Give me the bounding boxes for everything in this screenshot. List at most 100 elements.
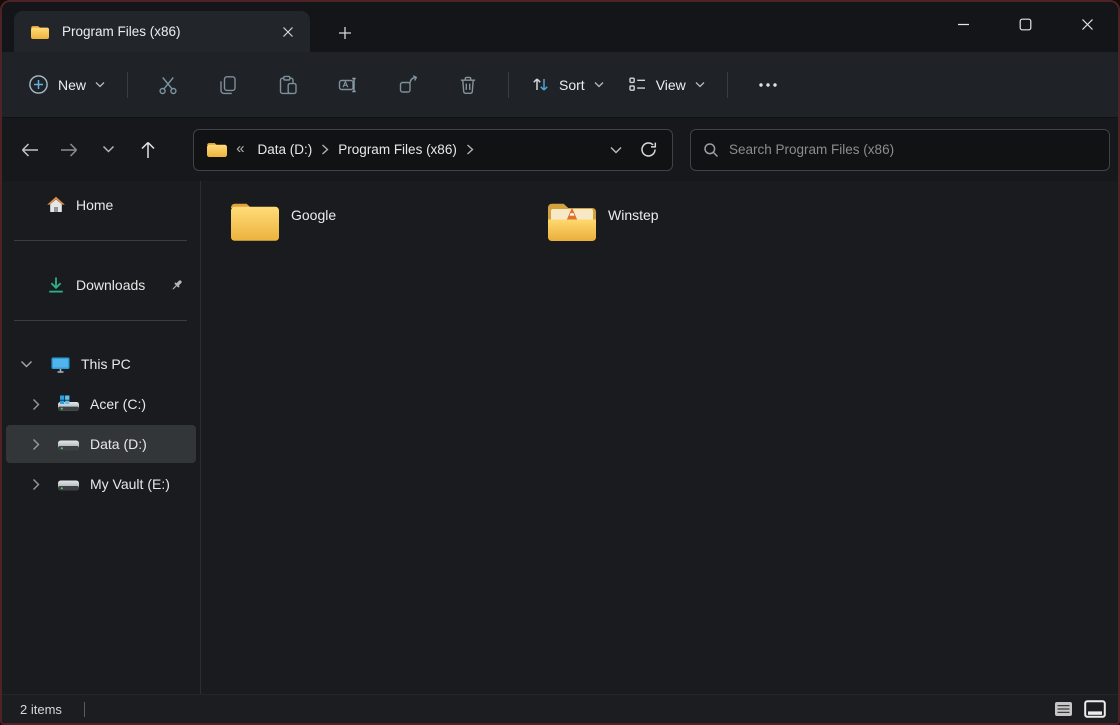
sidebar-item-label: Downloads <box>76 277 146 293</box>
chevron-right-icon[interactable] <box>466 144 474 155</box>
back-button[interactable] <box>10 130 49 170</box>
copy-button[interactable] <box>206 65 250 105</box>
close-button[interactable] <box>1056 2 1118 46</box>
file-explorer-window: Program Files (x86) New Sort View « Data… <box>0 0 1120 725</box>
forward-icon <box>59 141 79 159</box>
sort-button-label: Sort <box>559 76 585 93</box>
downloads-icon <box>46 275 66 295</box>
chevron-down-icon <box>594 81 604 88</box>
breadcrumb-segment[interactable]: Data (D:) <box>249 142 322 157</box>
sort-arrows-icon <box>531 75 550 94</box>
sort-button[interactable]: Sort <box>519 65 616 105</box>
sidebar-item-drive-e[interactable]: My Vault (E:) <box>6 465 196 503</box>
share-icon <box>397 74 419 96</box>
ellipsis-icon <box>758 82 778 88</box>
see-more-button[interactable] <box>746 65 790 105</box>
item-count: 2 items <box>20 701 62 717</box>
drive-icon <box>57 435 80 454</box>
file-item-label: Google <box>291 207 337 223</box>
folder-icon <box>229 198 281 248</box>
breadcrumb-segment[interactable]: Program Files (x86) <box>329 142 466 157</box>
explorer-tab[interactable]: Program Files (x86) <box>14 11 310 52</box>
minimize-button[interactable] <box>932 2 994 46</box>
folder-icon <box>30 24 50 40</box>
system-drive-icon <box>57 395 80 414</box>
this-pc-icon <box>50 355 71 374</box>
view-button[interactable]: View <box>616 65 717 105</box>
view-list-icon <box>628 75 647 94</box>
cut-icon <box>157 74 179 96</box>
sidebar-separator <box>14 320 187 321</box>
address-bar[interactable]: « Data (D:) Program Files (x86) <box>193 128 674 171</box>
window-controls <box>932 2 1118 46</box>
sidebar-item-downloads[interactable]: Downloads <box>6 266 196 304</box>
sidebar-item-label: Acer (C:) <box>90 396 146 412</box>
pin-icon <box>170 278 184 292</box>
navigation-bar: « Data (D:) Program Files (x86) <box>2 118 1118 181</box>
tab-close-icon[interactable] <box>274 18 302 46</box>
forward-button[interactable] <box>49 130 88 170</box>
rename-icon <box>337 74 359 96</box>
share-button[interactable] <box>386 65 430 105</box>
rename-button[interactable] <box>326 65 370 105</box>
chevron-down-icon <box>695 81 705 88</box>
recent-locations-button[interactable] <box>89 130 128 170</box>
search-box[interactable] <box>690 128 1110 171</box>
folder-with-content-icon <box>546 198 598 248</box>
search-input[interactable] <box>729 142 1097 157</box>
chevron-right-icon[interactable] <box>32 398 41 411</box>
view-button-label: View <box>655 76 686 93</box>
new-button[interactable]: New <box>16 65 117 105</box>
chevron-right-icon[interactable] <box>32 478 41 491</box>
copy-icon <box>217 74 239 96</box>
refresh-button[interactable] <box>632 134 664 166</box>
sidebar-item-label: Home <box>76 197 114 213</box>
back-icon <box>20 141 40 159</box>
large-thumbnails-view-icon <box>1084 700 1106 718</box>
toolbar-separator <box>508 71 510 98</box>
paste-button[interactable] <box>266 65 310 105</box>
sidebar-item-this-pc[interactable]: This PC <box>6 345 196 383</box>
address-dropdown-button[interactable] <box>600 134 632 166</box>
tab-bar: Program Files (x86) <box>2 2 1118 52</box>
up-button[interactable] <box>128 130 167 170</box>
home-icon <box>46 195 66 215</box>
chevron-down-icon <box>95 81 105 88</box>
sidebar-item-label: Data (D:) <box>90 436 147 452</box>
plus-icon <box>338 26 352 40</box>
navigation-pane: Home Downloads This PC Acer (C:) Data (D… <box>2 181 201 694</box>
recent-locations-chevron-icon <box>102 145 115 154</box>
file-item-google[interactable]: Google <box>229 198 529 248</box>
new-tab-button[interactable] <box>330 18 360 48</box>
folder-icon <box>206 141 228 158</box>
search-icon <box>703 142 719 158</box>
toolbar-separator <box>726 71 728 98</box>
status-bar: 2 items <box>2 694 1118 723</box>
delete-icon <box>457 74 479 96</box>
details-view-icon <box>1054 701 1073 717</box>
cut-button[interactable] <box>146 65 190 105</box>
sidebar-item-drive-d[interactable]: Data (D:) <box>6 425 196 463</box>
chevron-right-icon[interactable] <box>32 438 41 451</box>
new-button-label: New <box>58 76 87 93</box>
sidebar-separator <box>14 240 187 241</box>
sidebar-item-home[interactable]: Home <box>6 186 196 224</box>
command-bar: New Sort View <box>2 52 1118 118</box>
chevron-right-icon[interactable] <box>321 144 329 155</box>
maximize-button[interactable] <box>994 2 1056 46</box>
status-divider <box>83 701 85 717</box>
breadcrumb-overflow-chevron[interactable]: « <box>236 140 244 157</box>
tab-title: Program Files (x86) <box>62 24 181 39</box>
sidebar-item-drive-c[interactable]: Acer (C:) <box>6 385 196 423</box>
up-icon <box>139 140 157 160</box>
drive-icon <box>57 475 80 494</box>
details-view-button[interactable] <box>1050 697 1076 721</box>
file-item-winstep[interactable]: Winstep <box>546 198 846 248</box>
large-thumbnails-view-button[interactable] <box>1082 697 1108 721</box>
toolbar-separator <box>127 71 129 98</box>
chevron-down-icon[interactable] <box>20 360 33 369</box>
delete-button[interactable] <box>446 65 490 105</box>
file-list[interactable]: Google Winstep <box>201 181 1118 694</box>
plus-circle-icon <box>28 74 49 95</box>
sidebar-item-label: This PC <box>81 356 131 372</box>
